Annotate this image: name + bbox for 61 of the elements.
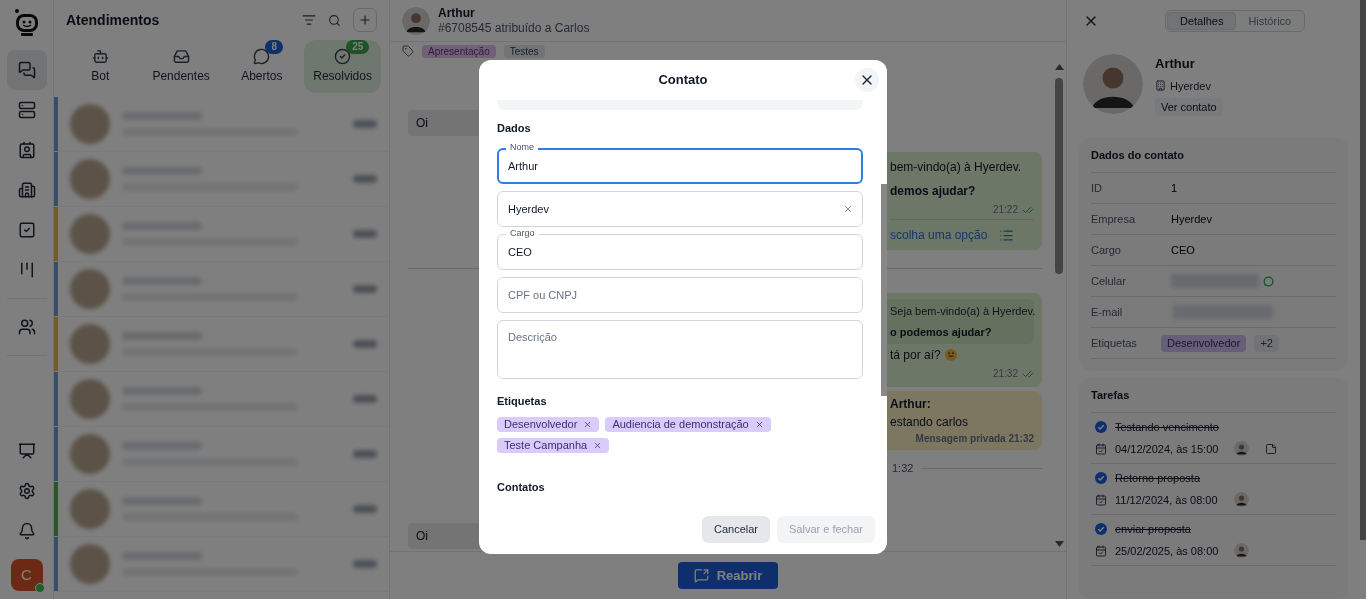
conversation-tag[interactable]: Apresentação [422,44,496,58]
task-title: Retorno proposta [1115,471,1200,486]
section-title: Etiquetas [497,393,548,409]
reopen-button[interactable]: Reabrir [677,562,779,589]
field-label: Cargo [1091,242,1122,258]
status-tab[interactable]: Bot [62,40,139,93]
details-tab[interactable]: Histórico [1236,12,1304,30]
view-contact-button[interactable]: Ver contato [1155,98,1223,116]
dialog-title: Contato [658,71,708,90]
section-title: Contatos [497,480,546,495]
option-link[interactable]: scolha uma opção [890,226,988,244]
field-label: Empresa [1091,211,1137,227]
task-title: Testando vencimento [1115,420,1219,435]
task-title: enviar proposta [1115,522,1191,537]
time-separator: 1:32 [892,461,914,476]
dialog-button[interactable]: Cancelar [702,515,770,543]
field-label: E-mail [1091,304,1124,320]
message-text: bem-vindo(a) à Hyerdev. [890,159,1022,176]
task-date: 11/12/2024, às 08:00 [1115,492,1218,508]
field-label: Celular [1091,273,1127,289]
floating-label: Cargo [506,227,539,239]
count-badge: 25 [346,40,370,54]
text-field[interactable]: Hyerdev [497,190,863,227]
quoted-text: Seja bem-vindo(a) à Hyerdev. [890,304,1034,319]
description-field[interactable]: Descrição [497,319,863,379]
details-tab[interactable]: Detalhes [1167,12,1237,30]
field-label: Etiquetas [1091,335,1138,351]
status-tab[interactable]: 8 Abertos [223,40,301,93]
status-tab[interactable]: Pendentes [142,40,220,93]
card-title: Tarefas [1091,378,1336,413]
conversation-tag[interactable]: Testes [503,44,545,58]
field-value: Hyerdev [1171,211,1212,227]
floating-label: Nome [506,141,538,153]
more-tags[interactable]: +2 [1254,334,1279,352]
message-text: estando carlos [890,414,970,431]
text-field[interactable]: CPF ou CNPJ [497,276,863,313]
count-badge: 8 [265,40,283,54]
tag-chip[interactable]: Audiencia de demonstração [605,417,771,432]
field-value: CEO [1171,242,1195,258]
message-time: 21:32 [992,367,1018,381]
company-name: Hyerdev [1170,78,1211,94]
ticket-subtitle: #6708545 atribuído a Carlos [438,20,590,36]
message-author: Arthur: [890,396,932,413]
status-tab[interactable]: 25 Resolvidos [304,40,381,93]
message-footer: Mensagem privada 21:32 [915,431,1034,446]
field-value: 1 [1171,180,1178,196]
contact-tag[interactable]: Desenvolvedor [1161,334,1247,352]
field-label: ID [1091,180,1103,196]
tag-chip[interactable]: Teste Campanha [497,438,610,453]
task-date: 25/02/2025, às 08:00 [1115,543,1219,559]
message-time: 21:22 [992,203,1018,217]
message-text: tá por aí? [890,347,941,364]
quoted-text: o podemos ajudar? [890,324,993,340]
tag-chip[interactable]: Desenvolvedor [497,417,600,432]
contact-name: Arthur [438,5,476,21]
panel-title: Atendimentos [66,10,160,30]
user-avatar[interactable]: C [10,559,43,591]
contact-name: Arthur [1155,55,1195,73]
message-text: demos ajudar? [890,183,977,200]
task-date: 04/12/2024, às 15:00 [1115,441,1219,457]
card-title: Dados do contato [1091,138,1336,173]
